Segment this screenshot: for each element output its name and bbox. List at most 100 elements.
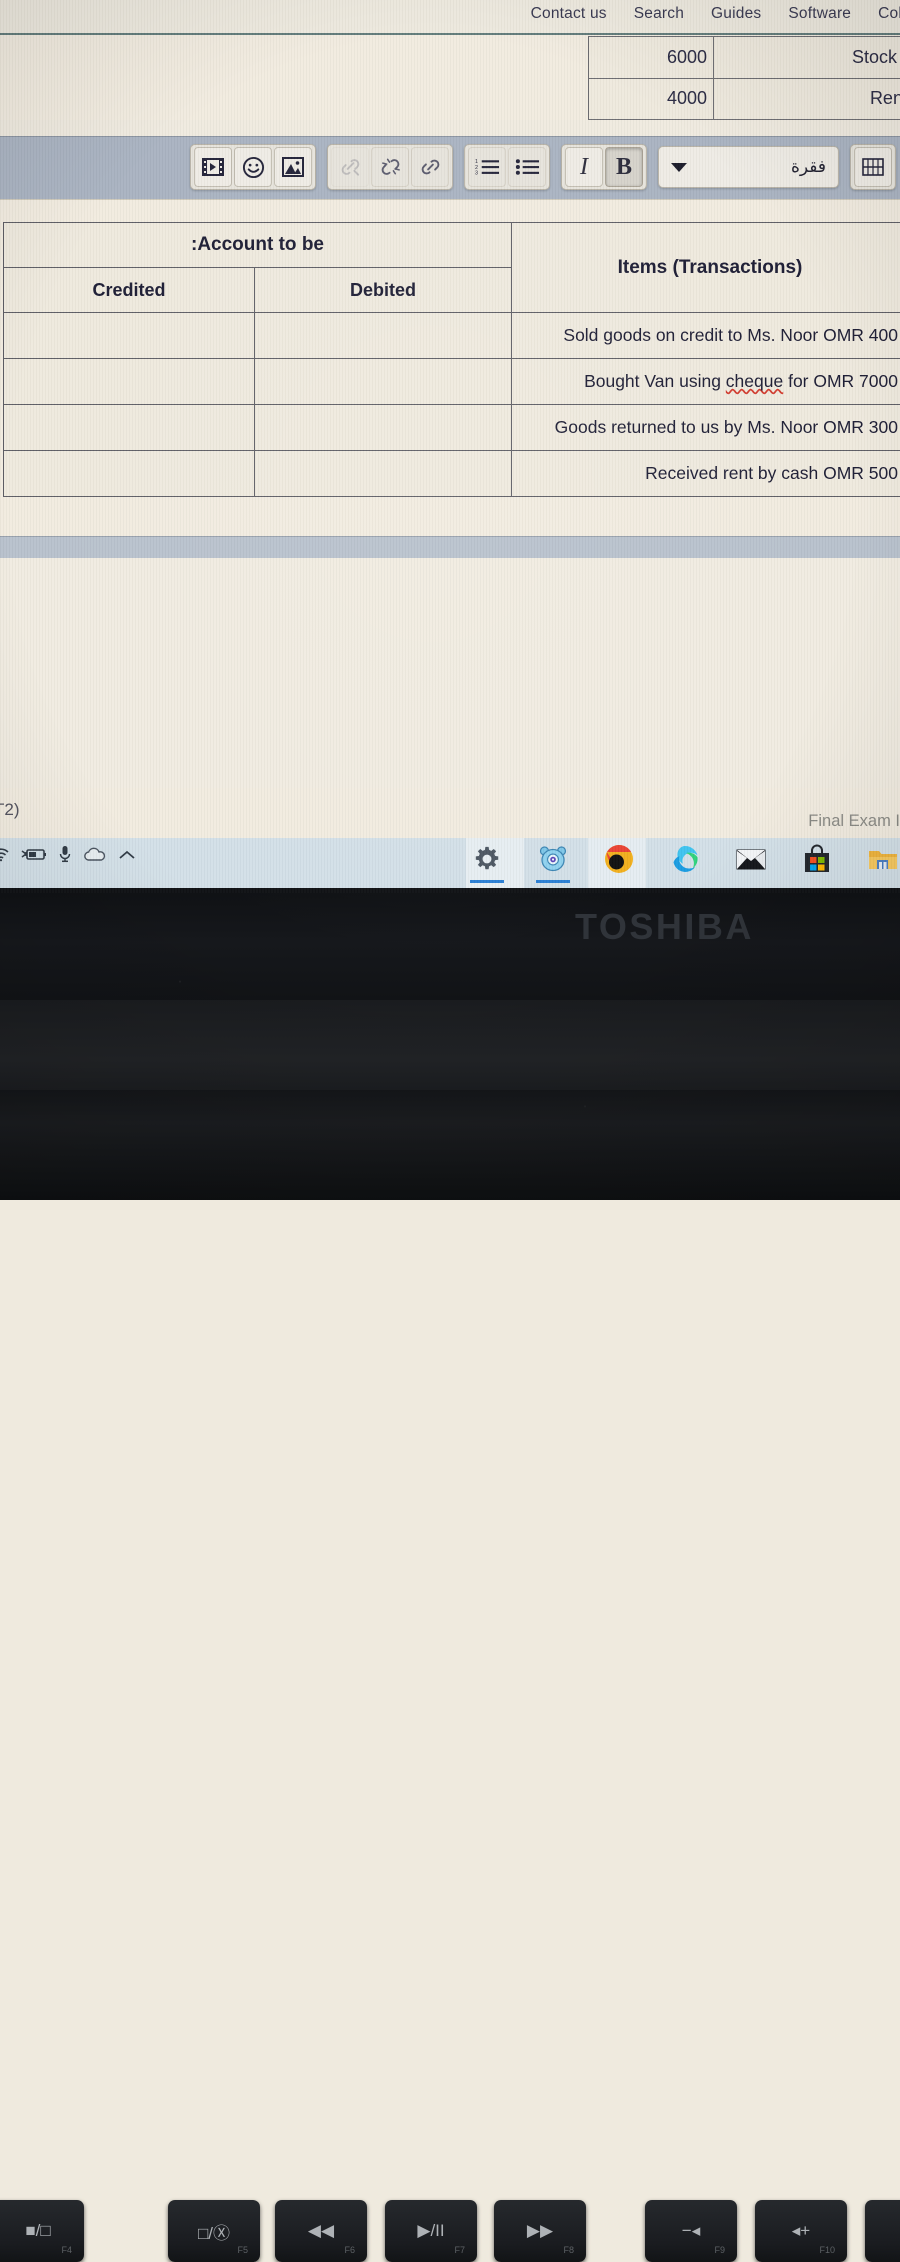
fn-label: F10 (819, 2245, 835, 2255)
toolbar-group-lists: 1 2 3 (464, 144, 550, 190)
cell-debited[interactable] (255, 451, 512, 497)
toolbar-group-link (327, 144, 453, 190)
cell-debited[interactable] (255, 405, 512, 451)
cell-item[interactable]: Received rent by cash OMR 500 (512, 451, 900, 497)
microsoft-edge-icon[interactable] (668, 842, 702, 876)
play-pause-key[interactable]: ▶/II F7 (385, 2200, 477, 2262)
table-row: 6000 Stock (inventory (589, 37, 900, 79)
insert-image-button[interactable] (274, 147, 312, 187)
laptop-bezel: TOSHIBA (0, 888, 900, 1000)
fn-label: F4 (61, 2245, 72, 2255)
table-row[interactable]: Sold goods on credit to Ms. Noor OMR 400 (4, 313, 900, 359)
table-row: 4000 Rent received (589, 78, 900, 120)
nav-divider-rule (0, 33, 900, 35)
misspelled-word: cheque (726, 371, 783, 391)
mail-icon[interactable] (734, 842, 768, 876)
cell-credited[interactable] (4, 451, 255, 497)
paragraph-style-select[interactable]: فقرة (658, 146, 839, 188)
item-text: Sold goods on credit to Ms. Noor OMR 400 (563, 325, 898, 345)
volume-up-glyph: ◂+ (792, 2221, 810, 2241)
fn-label: F9 (714, 2245, 725, 2255)
item-text-post: for OMR 7000 (783, 371, 898, 391)
insert-link-button[interactable] (411, 147, 449, 187)
table-header-row: :Account to be Items (Transactions) (4, 223, 900, 268)
item-text: Bought Van using (584, 371, 726, 391)
microphone-icon[interactable] (58, 845, 72, 868)
header-account-to-be: :Account to be (4, 223, 512, 268)
volume-down-key[interactable]: −◂ F9 (645, 2200, 737, 2262)
show-hidden-icons-chevron-icon[interactable] (118, 848, 136, 866)
cell-credited[interactable] (4, 313, 255, 359)
toolbar-group-media (190, 144, 316, 190)
bullet-list-button[interactable] (508, 147, 546, 187)
cell-debited[interactable] (255, 313, 512, 359)
chevron-down-icon (671, 163, 687, 172)
laptop-keyboard: ■/□ F4 □/Ⓧ F5 ◀◀ F6 ▶/II F7 ▶▶ F8 −◂ F9 … (0, 1090, 900, 1200)
italic-button[interactable]: I (565, 147, 603, 187)
cell-item[interactable]: Goods returned to us by Ms. Noor OMR 300 (512, 405, 900, 451)
insert-table-button[interactable] (854, 147, 892, 187)
fn-label: F6 (344, 2245, 355, 2255)
paragraph-style-value: فقرة (791, 157, 826, 177)
wifi-icon[interactable] (0, 846, 10, 867)
browser-screen: Contact us Search Guides Software Col 60… (0, 0, 900, 843)
cell-credited[interactable] (4, 405, 255, 451)
taskbar-contents (0, 838, 900, 888)
toolbar-group-table (850, 144, 896, 190)
item-text: Goods returned to us by Ms. Noor OMR 300 (555, 417, 898, 437)
header-items-transactions: Items (Transactions) (512, 223, 900, 313)
settings-gear-icon[interactable] (470, 842, 504, 876)
insert-emoji-button[interactable] (234, 147, 272, 187)
accounting-transactions-table[interactable]: :Account to be Items (Transactions) Cred… (3, 222, 900, 497)
toolbar-group-format: I B (561, 144, 647, 190)
nav-item-contact-us[interactable]: Contact us (531, 5, 607, 23)
previous-track-glyph: ◀◀ (308, 2221, 334, 2241)
cell-credited[interactable] (4, 359, 255, 405)
google-chrome-icon[interactable] (602, 842, 636, 876)
unlink-button[interactable] (371, 147, 409, 187)
edit-link-button[interactable] (331, 147, 369, 187)
extra-key[interactable] (865, 2200, 900, 2262)
next-track-glyph: ▶▶ (527, 2221, 553, 2241)
fn-label: F5 (237, 2245, 248, 2255)
final-exam-label: Final Exam I (808, 812, 900, 831)
upper-amount-cell: 4000 (589, 78, 714, 120)
table-row[interactable]: Goods returned to us by Ms. Noor OMR 300 (4, 405, 900, 451)
svg-text:3: 3 (475, 171, 478, 177)
volume-up-key[interactable]: ◂+ F10 (755, 2200, 847, 2262)
nav-item-guides[interactable]: Guides (711, 5, 761, 23)
bold-icon: B (616, 155, 632, 179)
editor-toolbar: 1 2 3 (0, 136, 900, 200)
nav-item-col[interactable]: Col (878, 5, 900, 23)
cell-debited[interactable] (255, 359, 512, 405)
previous-track-key[interactable]: ◀◀ F6 (275, 2200, 367, 2262)
touchpad-toggle-glyph: □/Ⓧ (198, 2219, 230, 2244)
upper-label-cell: Rent received (714, 78, 900, 120)
table-row[interactable]: Bought Van using cheque for OMR 7000 (4, 359, 900, 405)
volume-down-glyph: −◂ (682, 2221, 700, 2241)
cell-item[interactable]: Sold goods on credit to Ms. Noor OMR 400 (512, 313, 900, 359)
table-row[interactable]: Received rent by cash OMR 500 (4, 451, 900, 497)
cell-item[interactable]: Bought Van using cheque for OMR 7000 (512, 359, 900, 405)
display-toggle-glyph: ■/□ (25, 2221, 50, 2241)
numbered-list-button[interactable]: 1 2 3 (468, 147, 506, 187)
header-debited: Debited (255, 268, 512, 313)
nav-item-software[interactable]: Software (788, 5, 851, 23)
blue-assistant-app-icon[interactable] (536, 842, 570, 876)
nav-item-search[interactable]: Search (634, 5, 684, 23)
file-explorer-icon[interactable] (866, 842, 900, 876)
microsoft-store-icon[interactable] (800, 842, 834, 876)
editor-status-bar (0, 536, 900, 560)
header-credited: Credited (4, 268, 255, 313)
fn-label: F7 (454, 2245, 465, 2255)
touchpad-toggle-key[interactable]: □/Ⓧ F5 (168, 2200, 260, 2262)
display-toggle-key[interactable]: ■/□ F4 (0, 2200, 84, 2262)
battery-charging-icon[interactable] (21, 846, 47, 867)
onedrive-cloud-icon[interactable] (83, 847, 107, 867)
fn-label: F8 (563, 2245, 574, 2255)
next-track-key[interactable]: ▶▶ F8 (494, 2200, 586, 2262)
page-left-cut-text: T2) (0, 800, 20, 820)
insert-video-button[interactable] (194, 147, 232, 187)
page-content-area (0, 558, 900, 788)
bold-button[interactable]: B (605, 147, 643, 187)
